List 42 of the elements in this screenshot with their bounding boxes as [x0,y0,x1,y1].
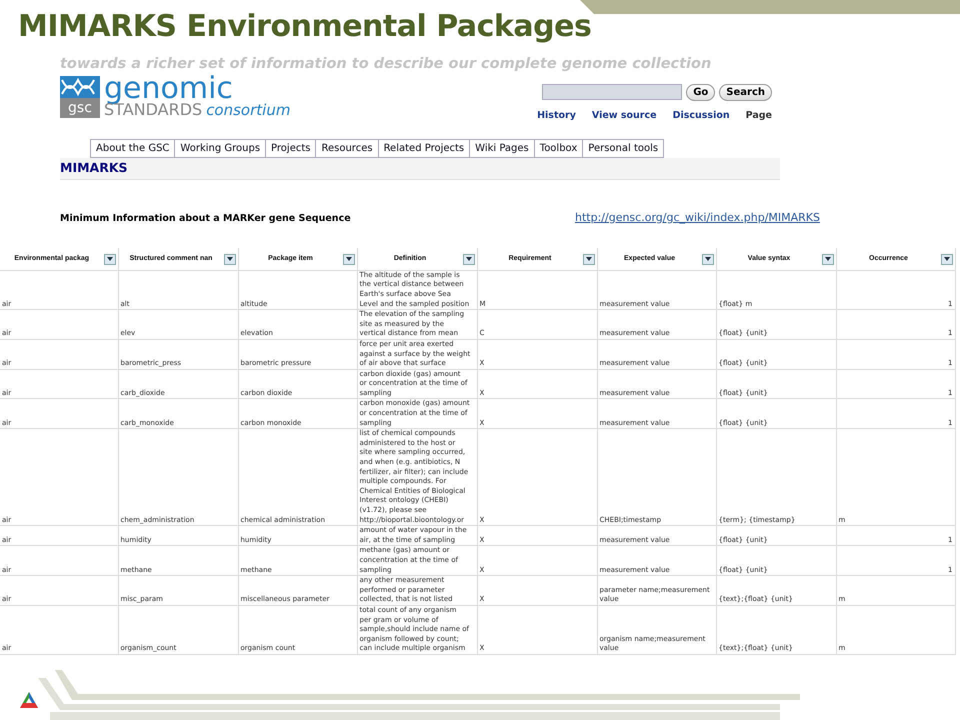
page-tab[interactable]: View source [592,108,657,123]
caret-icon [586,257,592,261]
slide-title: MIMARKS Environmental Packages [17,8,592,42]
page-tab[interactable]: Page [746,108,772,123]
filter-dropdown[interactable] [940,254,952,264]
caret-icon [704,257,710,261]
page-tab[interactable]: Discussion [672,108,730,123]
nav-tab[interactable]: About the GSC [90,139,176,158]
page-tab[interactable]: History [537,108,576,123]
filter-dropdown[interactable] [702,254,714,264]
nav-tab[interactable]: Personal tools [583,139,664,158]
filter-dropdown[interactable] [342,254,354,264]
filter-dropdown[interactable] [582,254,594,264]
tagline: towards a richer set of information to describe our complete genome collection [60,55,712,74]
nav-tab[interactable]: Related Projects [378,139,470,158]
search-button[interactable]: Go [686,84,716,101]
helix-icon [60,76,100,98]
caret-icon [226,257,232,261]
page-subtitle: Minimum Information about a MARKer gene Sequence [60,212,351,226]
nav-tab[interactable]: Working Groups [175,139,266,158]
nav-tab[interactable]: Toolbox [534,139,584,158]
caret-icon [824,257,830,261]
caret-icon [466,257,472,261]
page-heading: MIMARKS [60,158,780,180]
filter-dropdown[interactable] [462,254,474,264]
url-link[interactable]: http://gensc.org/gc_wiki/index.php/MIMARKS [575,210,820,226]
filter-dropdown[interactable] [224,254,236,264]
filter-dropdown[interactable] [104,254,116,264]
logo-wordmark: genomic [104,76,233,102]
caret-icon [106,257,112,261]
caret-icon [944,257,950,261]
triangle-logo-icon [20,692,38,708]
logo-text: consortium [206,102,290,118]
logo-badge: gsc [60,98,100,118]
nav-tab[interactable]: Wiki Pages [470,139,535,158]
nav-tab[interactable]: Resources [316,139,379,158]
search-button[interactable]: Search [719,84,772,101]
nav-tab[interactable]: Projects [266,139,316,158]
caret-icon [346,257,352,261]
search-field[interactable] [542,84,682,100]
filter-dropdown[interactable] [822,254,834,264]
logo-text: STANDARDS [104,102,202,118]
